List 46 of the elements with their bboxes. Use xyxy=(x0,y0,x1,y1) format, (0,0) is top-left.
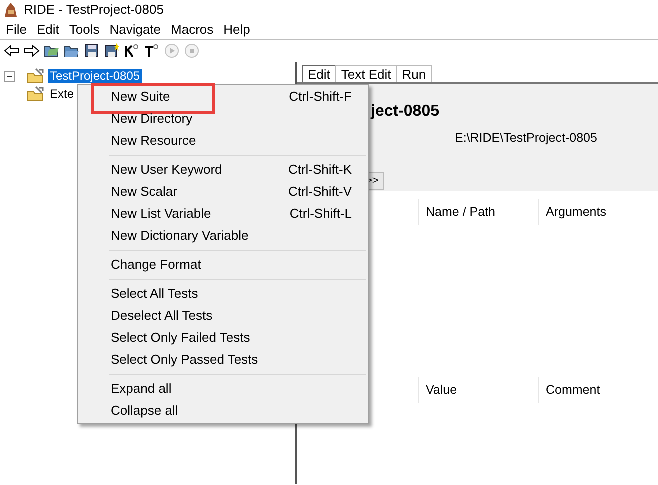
menu-item[interactable]: Macros xyxy=(166,20,219,40)
column-header: Arguments xyxy=(538,199,658,225)
menu-item[interactable]: Help xyxy=(218,20,256,40)
back-arrow-icon[interactable] xyxy=(4,43,20,59)
app-icon xyxy=(3,2,19,18)
column-header: Name / Path xyxy=(418,199,538,225)
menu-item[interactable]: Navigate xyxy=(104,20,166,40)
shortcut-label: Ctrl-Shift-F xyxy=(289,88,352,106)
tab[interactable]: Run xyxy=(396,65,432,82)
menu-item[interactable]: Edit xyxy=(32,20,64,40)
shortcut-label: Ctrl-Shift-K xyxy=(288,161,352,180)
menu-option[interactable]: Select All Tests xyxy=(111,284,198,304)
menu-option[interactable]: Deselect All Tests xyxy=(111,306,213,326)
menu-option[interactable]: Collapse all xyxy=(111,401,178,421)
window-title: RIDE - TestProject-0805 xyxy=(24,1,164,20)
menu-item[interactable]: File xyxy=(1,20,32,40)
tab[interactable]: Text Edit xyxy=(335,65,398,82)
folder-icon xyxy=(27,86,45,102)
menu-option[interactable]: Select Only Passed Tests xyxy=(111,350,258,370)
folder-icon xyxy=(27,68,45,84)
menu-option[interactable]: New Suite xyxy=(111,87,170,107)
forward-arrow-icon[interactable] xyxy=(24,43,40,59)
shortcut-label: Ctrl-Shift-L xyxy=(290,205,352,224)
column-header: Comment xyxy=(538,377,658,403)
collapse-icon[interactable] xyxy=(4,70,15,82)
menu-option[interactable]: New Directory xyxy=(111,109,193,129)
shortcut-label: Ctrl-Shift-V xyxy=(288,183,352,202)
tree-item[interactable]: TestProject-0805 xyxy=(48,69,142,83)
menu-option[interactable]: Expand all xyxy=(111,379,172,399)
menu-option[interactable]: Select Only Failed Tests xyxy=(111,328,250,348)
menu-item[interactable]: Tools xyxy=(64,20,105,40)
save-all-icon[interactable] xyxy=(104,43,120,59)
menu-option[interactable]: New Scalar xyxy=(111,182,178,202)
keyword-search-icon[interactable] xyxy=(124,43,140,59)
menu-option[interactable]: New User Keyword xyxy=(111,160,222,180)
menu-option[interactable]: New Dictionary Variable xyxy=(111,226,249,246)
source-path: E:\RIDE\TestProject-0805 xyxy=(455,130,598,147)
suite-title: ject-0805 xyxy=(371,102,440,122)
menu-option[interactable]: New Resource xyxy=(111,131,196,151)
save-icon[interactable] xyxy=(84,43,100,59)
menu-option[interactable]: Change Format xyxy=(111,255,202,275)
tree-item[interactable]: Exte xyxy=(48,87,76,101)
test-search-icon[interactable] xyxy=(144,43,160,59)
column-header: Value xyxy=(418,377,538,403)
menu-option[interactable]: New List Variable xyxy=(111,204,212,224)
tab[interactable]: Edit xyxy=(302,65,336,82)
